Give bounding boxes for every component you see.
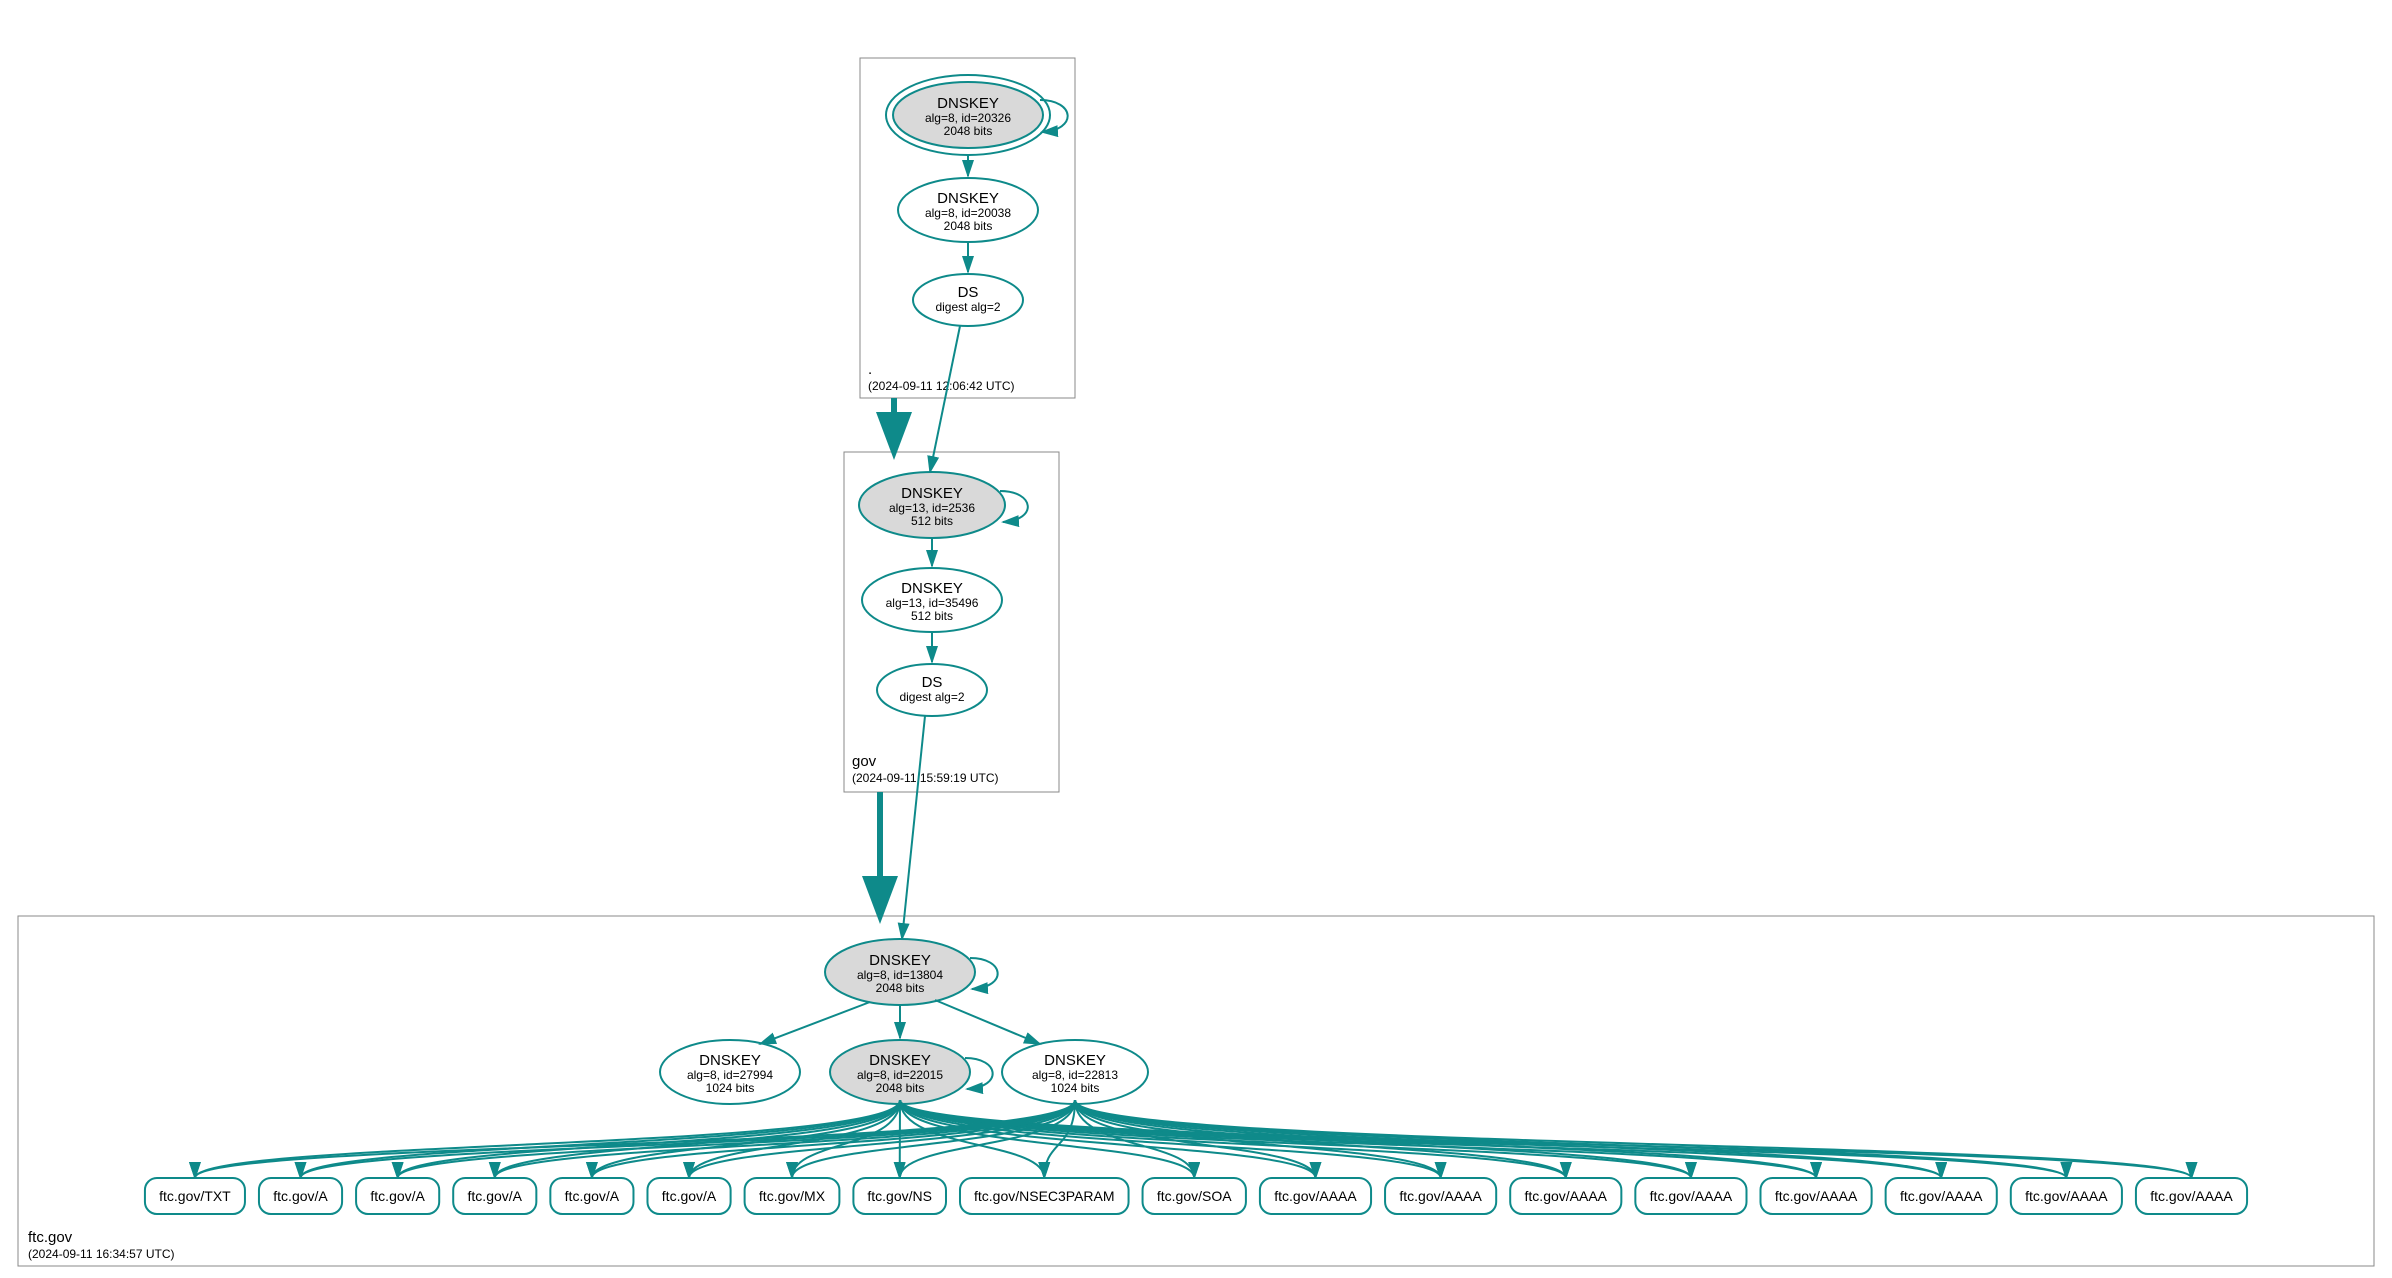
rrset-leaf-label: ftc.gov/AAAA (1399, 1188, 1482, 1204)
ds-gov-alg: digest alg=2 (899, 690, 964, 704)
dnskey-ftc-13804-title: DNSKEY (869, 952, 931, 969)
edge-ftck1-ftck4 (935, 1000, 1040, 1044)
dnskey-ftc-22015-title: DNSKEY (869, 1052, 931, 1069)
zone-root-label: . (868, 361, 872, 378)
rrset-leaf-label: ftc.gov/AAAA (2150, 1188, 2233, 1204)
ds-gov-title: DS (922, 674, 943, 691)
rrset-leaf-label: ftc.gov/NS (867, 1188, 932, 1204)
zone-ftc-label: ftc.gov (28, 1229, 73, 1246)
rrset-leaf-label: ftc.gov/AAAA (1274, 1188, 1357, 1204)
rrset-leaf-label: ftc.gov/SOA (1157, 1188, 1232, 1204)
edge-dnskey-to-rrset (1075, 1100, 2066, 1178)
rrset-leaf-label: ftc.gov/A (370, 1188, 425, 1204)
zone-gov-label: gov (852, 753, 877, 770)
rrset-leaf-label: ftc.gov/A (273, 1188, 328, 1204)
rrset-leaf-label: ftc.gov/MX (759, 1188, 826, 1204)
selfloop-root-20326 (1040, 100, 1068, 132)
dnskey-ftc-22813-alg: alg=8, id=22813 (1032, 1068, 1118, 1082)
ds-root-title: DS (958, 284, 979, 301)
rrset-leaf-label: ftc.gov/NSEC3PARAM (974, 1188, 1115, 1204)
dnskey-root-20038-alg: alg=8, id=20038 (925, 206, 1011, 220)
rrset-leaf-label: ftc.gov/AAAA (1650, 1188, 1733, 1204)
dnskey-root-20038-title: DNSKEY (937, 190, 999, 207)
dnskey-root-20326-title: DNSKEY (937, 95, 999, 112)
rrset-leaf-label: ftc.gov/A (662, 1188, 717, 1204)
dnskey-gov-35496-alg: alg=13, id=35496 (886, 596, 979, 610)
dnskey-gov-2536-bits: 512 bits (911, 514, 953, 528)
rrset-leaf-label: ftc.gov/AAAA (1775, 1188, 1858, 1204)
rrset-leaf-label: ftc.gov/A (565, 1188, 620, 1204)
zone-ftc-ts: (2024-09-11 16:34:57 UTC) (28, 1247, 175, 1261)
rrset-leaf-label: ftc.gov/A (468, 1188, 523, 1204)
dnskey-root-20326-alg: alg=8, id=20326 (925, 111, 1011, 125)
dnskey-ftc-22813-bits: 1024 bits (1051, 1081, 1100, 1095)
dnskey-ftc-13804-alg: alg=8, id=13804 (857, 968, 943, 982)
dnskey-ftc-22015-bits: 2048 bits (876, 1081, 925, 1095)
dnskey-ftc-27994-title: DNSKEY (699, 1052, 761, 1069)
dnskey-ftc-22015-alg: alg=8, id=22015 (857, 1068, 943, 1082)
dnskey-root-20038-bits: 2048 bits (944, 219, 993, 233)
dnskey-gov-35496-title: DNSKEY (901, 580, 963, 597)
rrset-leaf-label: ftc.gov/TXT (159, 1188, 231, 1204)
dnskey-root-20326-bits: 2048 bits (944, 124, 993, 138)
zone-root-ts: (2024-09-11 12:06:42 UTC) (868, 379, 1015, 393)
rrset-leaf-label: ftc.gov/AAAA (1900, 1188, 1983, 1204)
rrset-leaf-label: ftc.gov/AAAA (2025, 1188, 2108, 1204)
dnskey-gov-35496-bits: 512 bits (911, 609, 953, 623)
edge-rootds-govk1 (930, 326, 960, 472)
dnskey-ftc-27994-bits: 1024 bits (706, 1081, 755, 1095)
dnskey-ftc-22813-title: DNSKEY (1044, 1052, 1106, 1069)
dnskey-ftc-27994-alg: alg=8, id=27994 (687, 1068, 773, 1082)
zone-gov-ts: (2024-09-11 15:59:19 UTC) (852, 771, 999, 785)
dnskey-gov-2536-title: DNSKEY (901, 485, 963, 502)
dnskey-gov-2536-alg: alg=13, id=2536 (889, 501, 975, 515)
ds-root-alg: digest alg=2 (935, 300, 1000, 314)
edge-ftck1-ftck2 (760, 1002, 870, 1044)
rrset-leaf-label: ftc.gov/AAAA (1525, 1188, 1608, 1204)
dnskey-ftc-13804-bits: 2048 bits (876, 981, 925, 995)
edge-govds-ftck1 (902, 716, 925, 939)
